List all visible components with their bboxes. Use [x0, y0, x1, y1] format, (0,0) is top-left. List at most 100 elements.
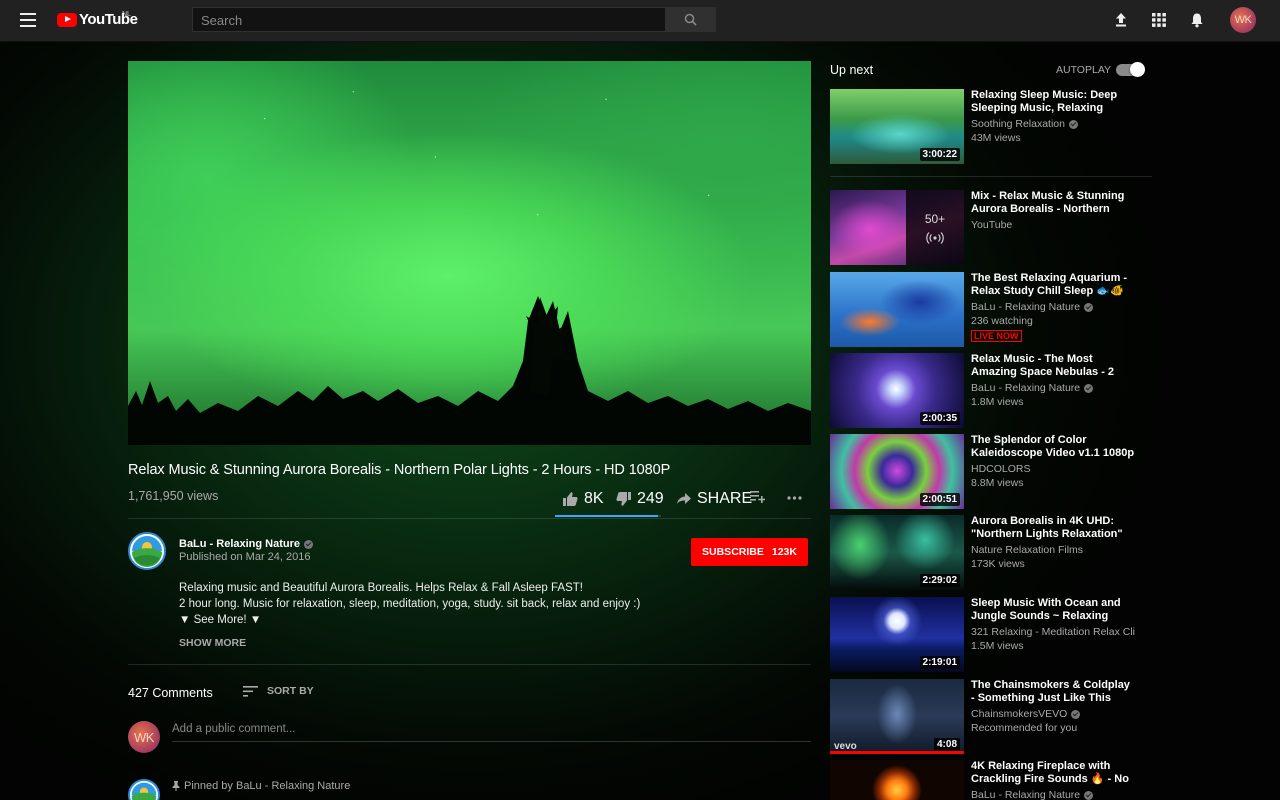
search-icon [684, 13, 697, 26]
recommended-mix[interactable]: 50+ Mix - Relax Music & Stunning Aurora … [830, 190, 1152, 265]
thumbs-down-icon [616, 492, 631, 506]
share-icon [677, 493, 691, 504]
video-title: The Chainsmokers & Coldplay - Something … [971, 679, 1130, 704]
channel-name-text: BaLu - Relaxing Nature [971, 789, 1081, 800]
more-icon[interactable] [787, 496, 802, 500]
youtube-logo-icon [57, 12, 77, 27]
sort-icon [243, 685, 258, 697]
video-thumbnail[interactable]: 2:00:51 [830, 434, 964, 509]
sort-label: SORT BY [267, 685, 314, 697]
recommended-video[interactable]: 4K Relaxing Fireplace with Crackling Fir… [830, 760, 1152, 800]
recommended-video[interactable]: vevo 4:08 The Chainsmokers & Coldplay - … [830, 679, 1152, 754]
video-player[interactable] [128, 61, 811, 445]
video-duration: 2:00:35 [919, 412, 960, 425]
dislike-button[interactable]: 249 [616, 490, 664, 508]
view-count: 1,761,950 views [128, 489, 219, 503]
sentiment-bar-fill [555, 515, 658, 517]
description-line: ▼ See More! ▼ [179, 614, 262, 626]
channel-name: HDCOLORS [971, 463, 1031, 475]
search-button[interactable] [665, 7, 716, 32]
menu-icon[interactable] [20, 13, 36, 27]
channel-name: BaLu - Relaxing Nature [971, 382, 1135, 394]
show-more-button[interactable]: SHOW MORE [179, 637, 246, 649]
video-thumbnail[interactable] [830, 272, 964, 347]
video-title: Sleep Music With Ocean and Jungle Sounds… [971, 597, 1121, 622]
commenter-avatar: WK [128, 721, 160, 753]
verified-icon [1071, 709, 1081, 719]
share-label: SHARE [697, 490, 753, 507]
recommended-video[interactable]: 3:00:22 Relaxing Sleep Music: Deep Sleep… [830, 89, 1152, 164]
bell-icon[interactable] [1189, 12, 1205, 28]
video-thumbnail[interactable]: 2:19:01 [830, 597, 964, 672]
video-meta: 236 watching [971, 315, 1033, 327]
apps-icon[interactable] [1151, 12, 1167, 28]
share-button[interactable]: SHARE [677, 490, 752, 508]
sentiment-bar [555, 515, 661, 517]
video-thumbnail[interactable]: vevo 4:08 [830, 679, 964, 754]
channel-name: ChainsmokersVEVO [971, 708, 1135, 720]
subscribe-button[interactable]: SUBSCRIBE 123K [691, 538, 808, 566]
pinned-text: Pinned by BaLu - Relaxing Nature [184, 780, 351, 792]
playlist-add-icon[interactable] [750, 491, 765, 503]
autoplay-toggle-knob[interactable] [1130, 62, 1145, 77]
video-duration: 4:08 [933, 738, 960, 751]
video-thumbnail[interactable]: 3:00:22 [830, 89, 964, 164]
channel-name: YouTube [971, 219, 1013, 231]
recommended-video[interactable]: 2:00:35 Relax Music - The Most Amazing S… [830, 353, 1152, 428]
verified-icon [1084, 383, 1094, 393]
video-thumbnail[interactable] [830, 760, 964, 800]
recommended-video[interactable]: 2:29:02 Aurora Borealis in 4K UHD: "Nort… [830, 515, 1152, 590]
publish-date: Published on Mar 24, 2016 [179, 551, 311, 563]
divider [830, 176, 1152, 177]
video-duration: 3:00:22 [919, 148, 960, 161]
comment-input[interactable]: Add a public comment... [172, 723, 295, 735]
mix-count: 50+ [924, 211, 946, 226]
channel-avatar[interactable] [128, 532, 166, 570]
channel-logo-icon [130, 534, 164, 568]
channel-name: 321 Relaxing - Meditation Relax Clip [971, 626, 1135, 638]
mix-thumbnail[interactable]: 50+ [830, 190, 964, 265]
video-duration: 2:00:51 [919, 493, 960, 506]
account-avatar[interactable]: WK [1230, 7, 1256, 33]
channel-name: BaLu - Relaxing Nature [971, 789, 1135, 800]
divider [128, 518, 811, 519]
pin-icon [172, 781, 180, 791]
recommended-video[interactable]: 2:19:01 Sleep Music With Ocean and Jungl… [830, 597, 1152, 672]
verified-icon [304, 539, 314, 549]
recommended-video[interactable]: The Best Relaxing Aquarium - Relax Study… [830, 272, 1152, 347]
video-duration: 2:19:01 [919, 656, 960, 669]
subscribe-label: SUBSCRIBE [702, 546, 764, 558]
video-meta: 1.5M views [971, 640, 1024, 652]
like-button[interactable]: 8K [563, 490, 604, 508]
recommended-video[interactable]: 2:00:51 The Splendor of Color Kaleidosco… [830, 434, 1152, 509]
video-thumbnail[interactable]: 2:00:35 [830, 353, 964, 428]
video-meta: 8.8M views [971, 477, 1024, 489]
watched-progress-bar [830, 751, 964, 754]
pinned-label: Pinned by BaLu - Relaxing Nature [172, 780, 350, 792]
like-count: 8K [584, 490, 604, 507]
channel-name[interactable]: BaLu - Relaxing Nature [179, 538, 314, 550]
masthead: YouTube NL Search WK [0, 0, 1280, 42]
thumbs-up-icon [563, 492, 578, 506]
dislike-count: 249 [637, 490, 664, 507]
channel-name: Nature Relaxation Films [971, 544, 1084, 556]
video-title: Aurora Borealis in 4K UHD: "Northern Lig… [971, 515, 1123, 540]
description-line: Relaxing music and Beautiful Aurora Bore… [179, 582, 583, 594]
search-input[interactable]: Search [192, 7, 666, 32]
video-title: Relax Music & Stunning Aurora Borealis -… [128, 462, 671, 478]
video-title: Relax Music - The Most Amazing Space Neb… [971, 353, 1115, 378]
mix-overlay: 50+ [906, 190, 964, 265]
video-title: Relaxing Sleep Music: Deep Sleeping Musi… [971, 89, 1118, 114]
tree-silhouette [128, 296, 811, 445]
youtube-logo[interactable]: YouTube NL [57, 11, 138, 28]
upload-icon[interactable] [1113, 12, 1129, 28]
video-title: The Splendor of Color Kaleidoscope Video… [971, 434, 1135, 459]
sort-by-button[interactable]: SORT BY [243, 685, 314, 697]
channel-name: Soothing Relaxation [971, 118, 1135, 130]
video-thumbnail[interactable]: 2:29:02 [830, 515, 964, 590]
channel-name-text: BaLu - Relaxing Nature [971, 301, 1081, 313]
video-meta: 173K views [971, 558, 1025, 570]
video-meta: 1.8M views [971, 396, 1024, 408]
channel-name: BaLu - Relaxing Nature [971, 301, 1135, 313]
video-title: 4K Relaxing Fireplace with Crackling Fir… [971, 760, 1129, 785]
